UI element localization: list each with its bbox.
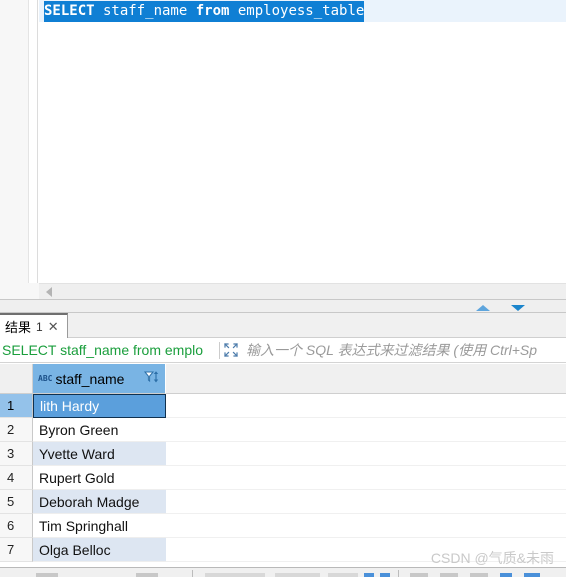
- table-row[interactable]: 1 lith Hardy: [0, 394, 566, 418]
- table-row[interactable]: 6 Tim Springhall: [0, 514, 566, 538]
- scroll-left-arrow-icon[interactable]: [46, 287, 52, 297]
- result-grid-bottom-toolbar[interactable]: [0, 567, 566, 577]
- toolbar-icon-fragment[interactable]: [500, 573, 512, 577]
- toolbar-icon-fragment[interactable]: [440, 573, 458, 577]
- table-row[interactable]: 5 Deborah Madge: [0, 490, 566, 514]
- sql-column-token: staff_name: [94, 3, 196, 19]
- toolbar-icon-fragment[interactable]: [380, 573, 390, 577]
- editor-folding-gutter[interactable]: [30, 0, 38, 283]
- table-row[interactable]: 4 Rupert Gold: [0, 466, 566, 490]
- toolbar-icon-fragment[interactable]: [410, 573, 428, 577]
- toolbar-icon-fragment[interactable]: [524, 573, 540, 577]
- tab-label: 结果: [5, 320, 32, 335]
- toolbar-separator: [398, 570, 399, 577]
- sql-selection[interactable]: SELECT staff_name from employess_table: [44, 1, 365, 22]
- filter-sort-icon[interactable]: [143, 370, 161, 387]
- grid-select-all-corner[interactable]: [0, 364, 33, 394]
- row-filler: [166, 514, 566, 538]
- toolbar-separator: [192, 570, 193, 577]
- sql-editor-text-area[interactable]: SELECT staff_name from employess_table: [39, 0, 566, 283]
- pane-splitter[interactable]: [0, 299, 566, 313]
- row-number[interactable]: 5: [0, 490, 33, 514]
- sql-table-token: employess_table: [229, 3, 365, 19]
- cell-staff-name[interactable]: Tim Springhall: [33, 514, 166, 538]
- editor-scroll-corner: [0, 283, 39, 299]
- cell-staff-name[interactable]: lith Hardy: [33, 394, 166, 418]
- toolbar-icon-fragment[interactable]: [205, 573, 265, 577]
- row-filler: [166, 466, 566, 490]
- grid-header-filler: [166, 364, 566, 394]
- tab-index: 1: [36, 319, 43, 334]
- sql-keyword-from: from: [195, 3, 230, 19]
- toolbar-icon-fragment[interactable]: [328, 573, 358, 577]
- column-header-staff-name[interactable]: ABC staff_name: [33, 364, 166, 394]
- chevron-down-icon[interactable]: [511, 305, 525, 311]
- editor-line-number-gutter: [0, 0, 29, 283]
- chevron-up-icon[interactable]: [476, 305, 490, 311]
- toolbar-icon-fragment[interactable]: [364, 573, 374, 577]
- table-row[interactable]: 2 Byron Green: [0, 418, 566, 442]
- filter-expression-input[interactable]: 输入一个 SQL 表达式来过滤结果 (使用 Ctrl+Sp: [246, 340, 537, 360]
- filter-divider: [219, 341, 220, 359]
- toolbar-icon-fragment[interactable]: [36, 573, 58, 577]
- column-header-label: staff_name: [55, 370, 125, 387]
- row-filler: [166, 442, 566, 466]
- sql-editor-pane[interactable]: SELECT staff_name from employess_table: [0, 0, 566, 283]
- table-row[interactable]: 7 Olga Belloc: [0, 538, 566, 562]
- editor-horizontal-scrollbar[interactable]: [39, 283, 566, 299]
- toolbar-icon-fragment[interactable]: [275, 573, 320, 577]
- cell-staff-name[interactable]: Byron Green: [33, 418, 166, 442]
- row-number[interactable]: 3: [0, 442, 33, 466]
- toolbar-icon-fragment[interactable]: [470, 573, 488, 577]
- row-filler: [166, 538, 566, 562]
- cell-staff-name[interactable]: Rupert Gold: [33, 466, 166, 490]
- toolbar-icon-fragment[interactable]: [136, 573, 158, 577]
- executed-query-text: SELECT staff_name from emplo: [2, 342, 204, 358]
- results-tab-strip: 结果 1 ✕: [0, 313, 566, 338]
- table-row[interactable]: 3 Yvette Ward: [0, 442, 566, 466]
- cell-staff-name[interactable]: Deborah Madge: [33, 490, 166, 514]
- result-filter-bar[interactable]: SELECT staff_name from emplo 输入一个 SQL 表达…: [0, 338, 566, 363]
- sql-line-1[interactable]: SELECT staff_name from employess_table: [39, 0, 566, 22]
- tab-result-1[interactable]: 结果 1 ✕: [0, 313, 68, 338]
- row-filler: [166, 490, 566, 514]
- sql-keyword-select: SELECT: [44, 3, 95, 19]
- row-number[interactable]: 6: [0, 514, 33, 538]
- maximize-icon[interactable]: [223, 342, 240, 359]
- row-filler: [166, 418, 566, 442]
- row-number[interactable]: 1: [0, 394, 33, 418]
- grid-header-row: ABC staff_name: [0, 364, 566, 394]
- result-grid[interactable]: ABC staff_name 1 lith Hardy 2 Byron Gree…: [0, 364, 566, 567]
- close-icon[interactable]: ✕: [48, 320, 59, 333]
- row-number[interactable]: 7: [0, 538, 33, 562]
- row-number[interactable]: 2: [0, 418, 33, 442]
- cell-staff-name[interactable]: Yvette Ward: [33, 442, 166, 466]
- cell-staff-name[interactable]: Olga Belloc: [33, 538, 166, 562]
- row-filler: [166, 394, 566, 418]
- abc-type-icon: ABC: [38, 374, 53, 383]
- row-number[interactable]: 4: [0, 466, 33, 490]
